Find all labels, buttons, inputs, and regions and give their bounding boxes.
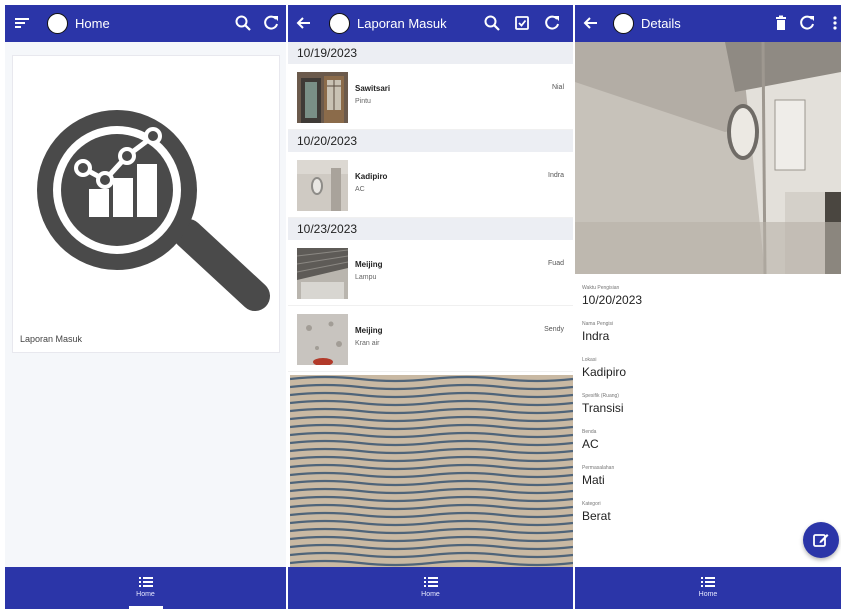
back-icon[interactable] <box>581 13 601 33</box>
item-reporter: Sendy <box>544 326 564 333</box>
detail-fields: Waktu Pengisian 10/20/2023 Nama Pengisi … <box>582 285 822 537</box>
item-reporter: Fuad <box>548 260 564 267</box>
field-kategori: Kategori Berat <box>582 501 822 537</box>
nav-home-label[interactable]: Home <box>5 591 286 598</box>
field-label: Waktu Pengisian <box>582 285 620 291</box>
nav-home-label[interactable]: Home <box>575 591 841 598</box>
page-title: Home <box>75 16 110 31</box>
item-object: Lampu <box>355 274 377 281</box>
field-value: 10/20/2023 <box>582 293 643 307</box>
list-item[interactable]: Sawitsari Pintu Nial <box>288 64 573 130</box>
field-label: Spesifik (Ruang) <box>582 393 619 399</box>
item-object: AC <box>355 186 365 193</box>
back-icon[interactable] <box>294 13 314 33</box>
list-item[interactable]: Meijing Kran air Sendy <box>288 306 573 372</box>
nav-home-label[interactable]: Home <box>288 591 573 598</box>
app-bar: Laporan Masuk <box>288 5 573 42</box>
item-object: Pintu <box>355 98 371 105</box>
background-pattern <box>290 375 573 567</box>
date-group-header: 10/20/2023 <box>288 130 573 152</box>
laporan-masuk-card[interactable]: Laporan Masuk <box>12 55 280 353</box>
list-icon[interactable] <box>701 575 715 587</box>
avatar[interactable] <box>329 13 350 34</box>
report-list: 10/19/2023 Sawitsari Pintu Nial 10/20/20… <box>288 42 573 372</box>
bottom-nav: Home <box>5 567 286 609</box>
item-location: Kadipiro <box>355 172 388 181</box>
field-label: Benda <box>582 429 597 435</box>
details-screen: Details Waktu Pengisian 10/20/2023 Nama … <box>575 5 841 609</box>
checkbox-icon[interactable] <box>512 13 532 33</box>
field-lokasi: Lokasi Kadipiro <box>582 357 822 393</box>
field-label: Lokasi <box>582 357 597 363</box>
item-location: Sawitsari <box>355 84 391 93</box>
home-screen: Home Laporan Masuk Home <box>5 5 286 609</box>
item-reporter: Indra <box>548 172 564 179</box>
bottom-nav: Home <box>288 567 573 609</box>
app-bar: Details <box>575 5 841 42</box>
field-value: Berat <box>582 509 611 523</box>
list-item[interactable]: Meijing Lampu Fuad <box>288 240 573 306</box>
refresh-icon[interactable] <box>797 13 817 33</box>
page-title: Details <box>641 16 681 31</box>
delete-icon[interactable] <box>771 13 791 33</box>
avatar[interactable] <box>613 13 634 34</box>
field-label: Kategori <box>582 501 601 507</box>
avatar[interactable] <box>47 13 68 34</box>
list-icon[interactable] <box>138 575 153 587</box>
field-value: Mati <box>582 473 605 487</box>
card-label: Laporan Masuk <box>20 334 83 344</box>
item-thumbnail <box>297 160 348 211</box>
search-icon[interactable] <box>482 13 502 33</box>
field-permasalahan: Permasalahan Mati <box>582 465 822 501</box>
field-value: AC <box>582 437 599 451</box>
field-benda: Benda AC <box>582 429 822 465</box>
date-group-header: 10/23/2023 <box>288 218 573 240</box>
search-icon[interactable] <box>233 13 253 33</box>
report-photo <box>575 42 841 274</box>
field-spesifik-ruang: Spesifik (Ruang) Transisi <box>582 393 822 429</box>
analytics-search-icon <box>37 110 270 311</box>
field-value: Indra <box>582 329 610 343</box>
date-group-header: 10/19/2023 <box>288 42 573 64</box>
more-icon[interactable] <box>825 13 841 33</box>
item-object: Kran air <box>355 340 380 347</box>
item-thumbnail <box>297 248 348 299</box>
item-reporter: Nial <box>551 84 564 91</box>
list-icon[interactable] <box>423 575 438 587</box>
edit-fab-button[interactable] <box>803 522 839 558</box>
field-label: Permasalahan <box>582 465 615 471</box>
bottom-nav: Home <box>575 567 841 609</box>
list-item[interactable]: Kadipiro AC Indra <box>288 152 573 218</box>
field-value: Transisi <box>582 401 624 415</box>
item-location: Meijing <box>355 260 383 269</box>
field-waktu-pengisian: Waktu Pengisian 10/20/2023 <box>582 285 822 321</box>
field-label: Nama Pengisi <box>582 321 614 327</box>
item-thumbnail <box>297 72 348 123</box>
refresh-icon[interactable] <box>261 13 281 33</box>
field-nama-pengisi: Nama Pengisi Indra <box>582 321 822 357</box>
item-thumbnail <box>297 314 348 365</box>
edit-icon <box>813 534 829 547</box>
app-bar: Home <box>5 5 286 42</box>
laporan-masuk-screen: Laporan Masuk 10/19/2023 Sawitsari Pintu… <box>288 5 573 609</box>
page-title: Laporan Masuk <box>357 16 447 31</box>
field-value: Kadipiro <box>582 365 627 379</box>
refresh-icon[interactable] <box>542 13 562 33</box>
item-location: Meijing <box>355 326 383 335</box>
sort-menu-icon[interactable] <box>13 13 33 33</box>
